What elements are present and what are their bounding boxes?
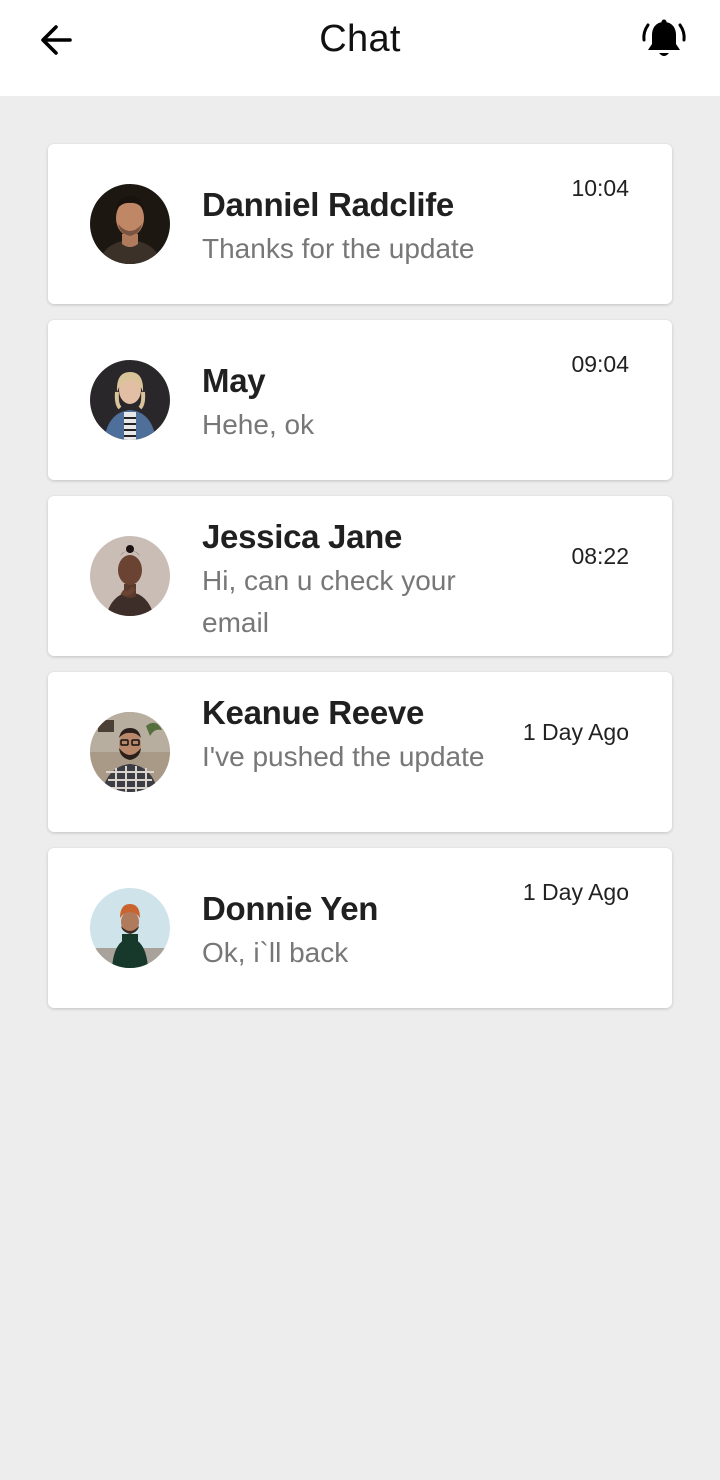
bell-ring-icon xyxy=(642,19,686,56)
message-time: 08:22 xyxy=(571,543,629,569)
message-time: 1 Day Ago xyxy=(522,879,629,905)
chat-item[interactable]: Donnie Yen Ok, i`ll back 1 Day Ago xyxy=(48,848,672,1008)
chat-list: Danniel Radclife Thanks for the update 1… xyxy=(48,144,672,1024)
avatar xyxy=(90,536,170,616)
contact-name: Danniel Radclife xyxy=(202,186,454,223)
notifications-button[interactable] xyxy=(638,14,690,66)
message-time: 09:04 xyxy=(571,351,629,377)
message-time: 10:04 xyxy=(571,175,629,201)
avatar xyxy=(90,360,170,440)
last-message: Thanks for the update xyxy=(202,233,475,264)
avatar xyxy=(90,184,170,264)
chat-item[interactable]: Keanue Reeve I've pushed the update 1 Da… xyxy=(48,672,672,832)
chat-item[interactable]: Jessica Jane Hi, can u check your email … xyxy=(48,496,672,656)
message-time: 1 Day Ago xyxy=(522,719,629,745)
contact-name: May xyxy=(202,362,266,399)
last-message: I've pushed the update xyxy=(202,741,485,772)
avatar xyxy=(90,712,170,792)
contact-name: Jessica Jane xyxy=(202,518,403,555)
last-message: Ok, i`ll back xyxy=(202,937,349,968)
chat-item[interactable]: Danniel Radclife Thanks for the update 1… xyxy=(48,144,672,304)
avatar xyxy=(90,888,170,968)
contact-name: Keanue Reeve xyxy=(202,694,425,731)
last-message: Hi, can u check your email xyxy=(202,565,456,638)
app-bar: Chat xyxy=(0,0,720,96)
contact-name: Donnie Yen xyxy=(202,890,379,927)
page-title: Chat xyxy=(319,18,401,60)
last-message: Hehe, ok xyxy=(202,409,315,440)
chat-item[interactable]: May Hehe, ok 09:04 xyxy=(48,320,672,480)
